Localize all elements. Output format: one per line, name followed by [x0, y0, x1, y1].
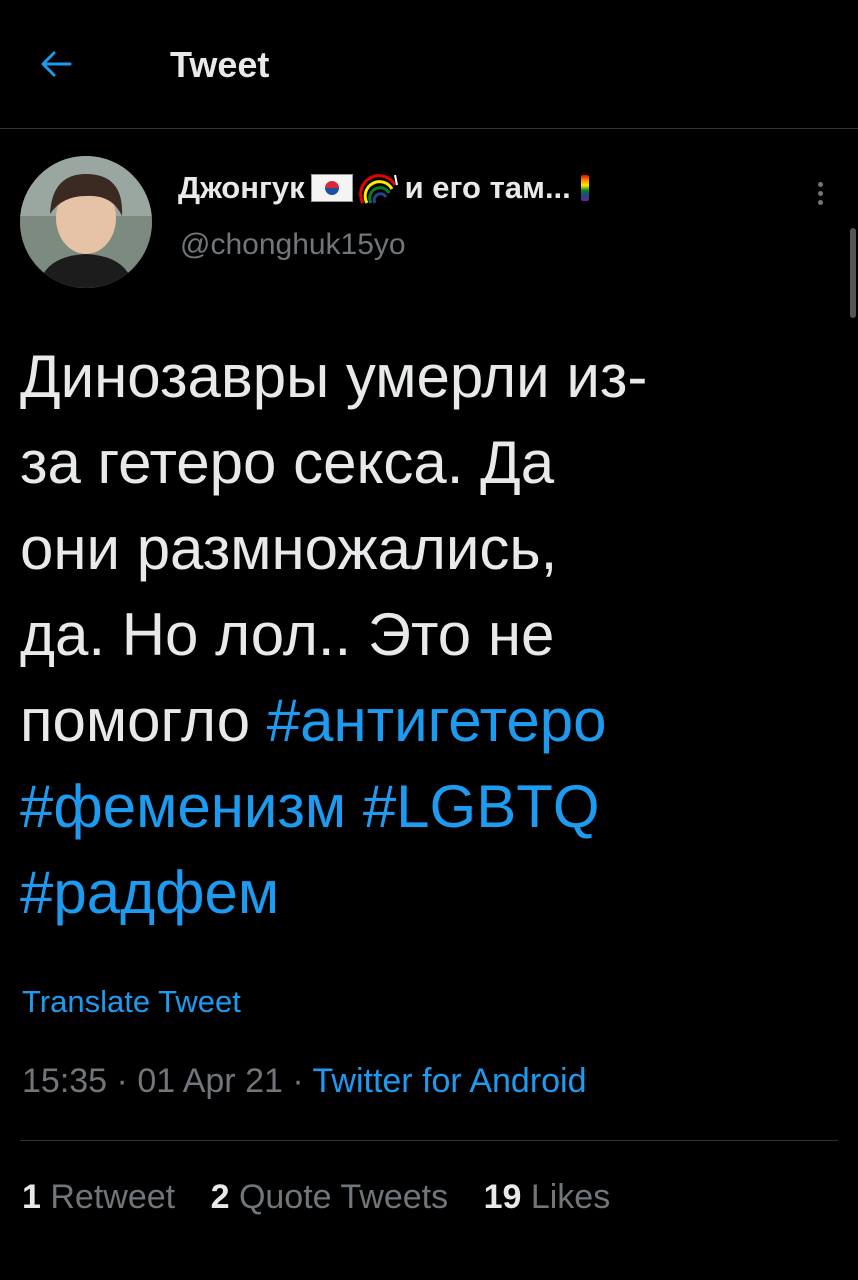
hashtag-link[interactable]: #LGBTQ	[363, 773, 600, 840]
tweet-source-link[interactable]: Twitter for Android	[313, 1062, 587, 1100]
tweet-metadata: 15:35 · 01 Apr 21 · Twitter for Android	[22, 1062, 587, 1100]
profile-photo-icon	[20, 156, 152, 288]
avatar[interactable]	[20, 156, 152, 288]
tweet-text-line: да. Но лол.. Это не	[20, 601, 555, 668]
retweets-label: Retweet	[50, 1178, 176, 1216]
retweets-stat[interactable]: 1 Retweet	[22, 1178, 175, 1216]
tweet-text-line: помогло	[20, 687, 267, 754]
tweet-stats: 1 Retweet 2 Quote Tweets 19 Likes	[22, 1178, 636, 1217]
korea-flag-icon	[310, 174, 353, 202]
author-handle[interactable]: @chonghuk15yo	[180, 228, 406, 262]
hashtag-link[interactable]: #радфем	[20, 859, 279, 926]
quotes-count: 2	[210, 1178, 230, 1216]
divider	[20, 1140, 838, 1141]
more-options-button[interactable]	[812, 178, 828, 218]
quote-tweets-stat[interactable]: 2 Quote Tweets	[211, 1178, 449, 1216]
likes-stat[interactable]: 19 Likes	[484, 1178, 611, 1216]
translate-tweet-link[interactable]: Translate Tweet	[22, 984, 241, 1020]
top-bar: Tweet	[0, 0, 858, 129]
hashtag-link[interactable]: #фемени​зм	[20, 773, 346, 840]
tweet-text-line: они размножались,	[20, 515, 558, 582]
quotes-label: Quote Tweets	[238, 1178, 449, 1216]
scrollbar[interactable]	[850, 228, 856, 318]
tweet-text-line: за гетеро секса. Да	[20, 429, 555, 496]
retweets-count: 1	[22, 1178, 41, 1216]
author-name-row[interactable]: Джонгук и его там...	[178, 166, 589, 210]
arrow-left-icon	[41, 51, 72, 77]
display-name-suffix: и его там...	[404, 170, 571, 205]
tweet-text: Динозавры умерли из- за гетеро секса. Да…	[20, 334, 820, 936]
tweet-date: 01 Apr 21	[137, 1062, 283, 1100]
rainbow-icon	[358, 174, 398, 204]
back-button[interactable]	[36, 44, 76, 84]
pride-flag-icon	[580, 175, 589, 201]
likes-count: 19	[483, 1178, 522, 1216]
page-title: Tweet	[170, 44, 270, 85]
likes-label: Likes	[530, 1178, 611, 1216]
tweet-time: 15:35	[22, 1062, 108, 1100]
tweet-text-line: Динозавры умерли из-	[20, 343, 648, 410]
display-name: Джонгук	[178, 170, 305, 205]
more-vertical-icon	[817, 182, 823, 187]
hashtag-link[interactable]: #антигетеро	[267, 687, 607, 754]
